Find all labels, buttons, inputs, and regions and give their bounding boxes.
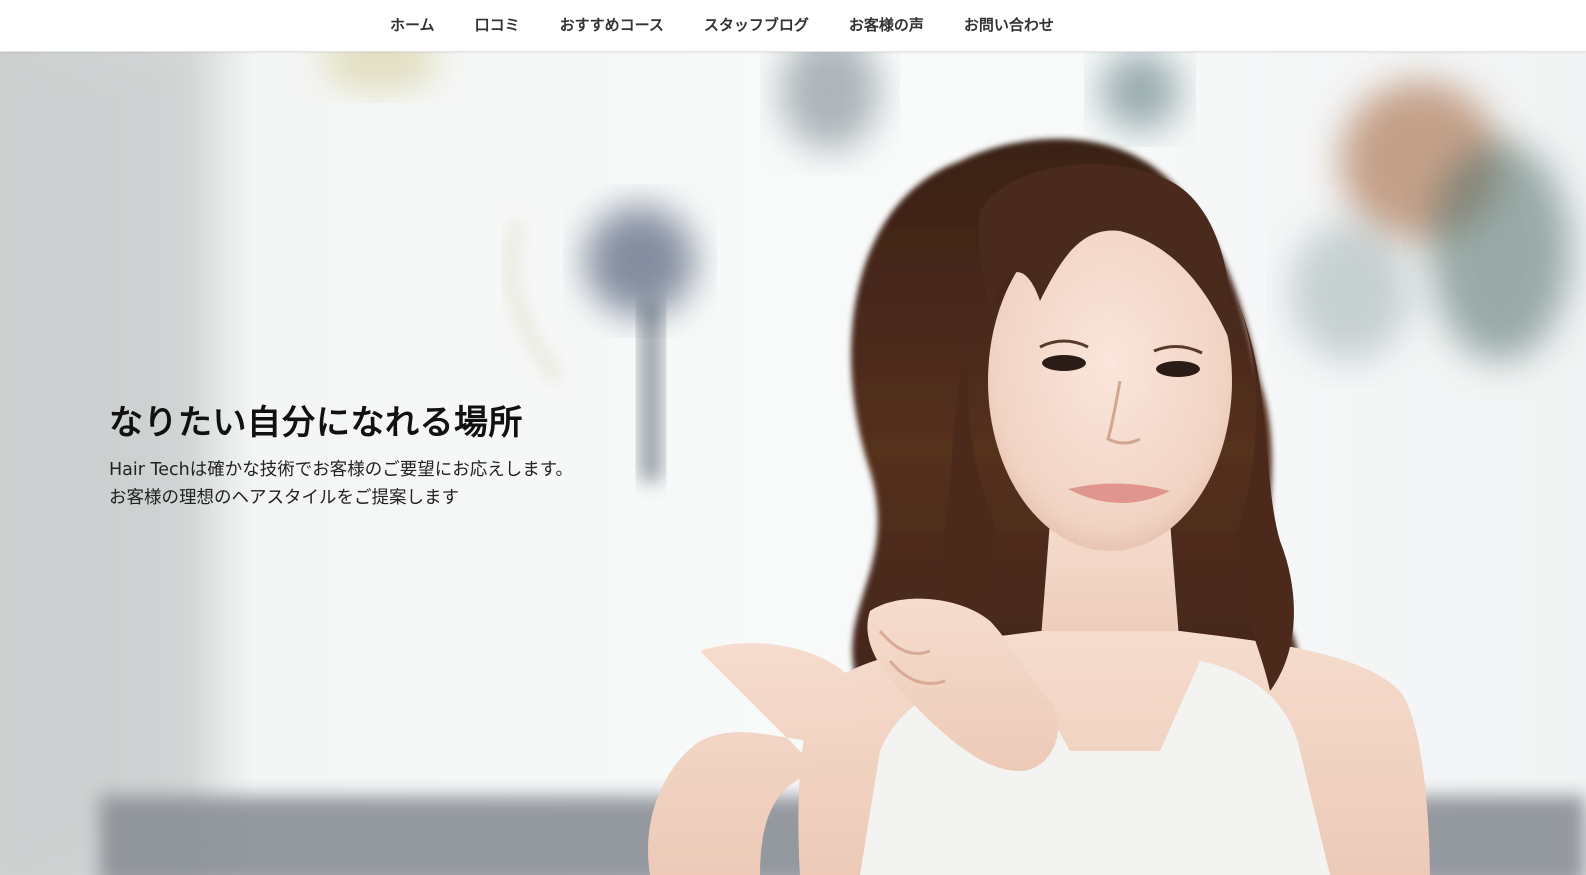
nav-item-customer-voices[interactable]: お客様の声: [829, 0, 944, 51]
hero-description: Hair Techは確かな技術でお客様のご要望にお応えします。 お客様の理想のヘ…: [109, 456, 573, 512]
nav-menu: ホーム 口コミ おすすめコース スタッフブログ お客様の声 お問い合わせ: [373, 0, 1074, 51]
hero-copy: なりたい自分になれる場所 Hair Techは確かな技術でお客様のご要望にお応え…: [109, 395, 573, 512]
hero-description-line-1: Hair Techは確かな技術でお客様のご要望にお応えします。: [109, 460, 573, 480]
nav-item-home[interactable]: ホーム: [373, 0, 455, 51]
hero-headline: なりたい自分になれる場所: [109, 403, 523, 443]
hero-description-line-2: お客様の理想のヘアスタイルをご提案します: [109, 488, 459, 508]
hero-section: なりたい自分になれる場所 Hair Techは確かな技術でお客様のご要望にお応え…: [0, 51, 1586, 875]
top-navigation-bar: ホーム 口コミ おすすめコース スタッフブログ お客様の声 お問い合わせ: [0, 0, 1586, 52]
nav-item-recommended-courses[interactable]: おすすめコース: [540, 0, 684, 51]
nav-item-reviews[interactable]: 口コミ: [455, 0, 540, 51]
nav-item-contact[interactable]: お問い合わせ: [944, 0, 1074, 51]
page: ホーム 口コミ おすすめコース スタッフブログ お客様の声 お問い合わせ なりた…: [0, 0, 1586, 875]
nav-item-staff-blog[interactable]: スタッフブログ: [684, 0, 829, 51]
